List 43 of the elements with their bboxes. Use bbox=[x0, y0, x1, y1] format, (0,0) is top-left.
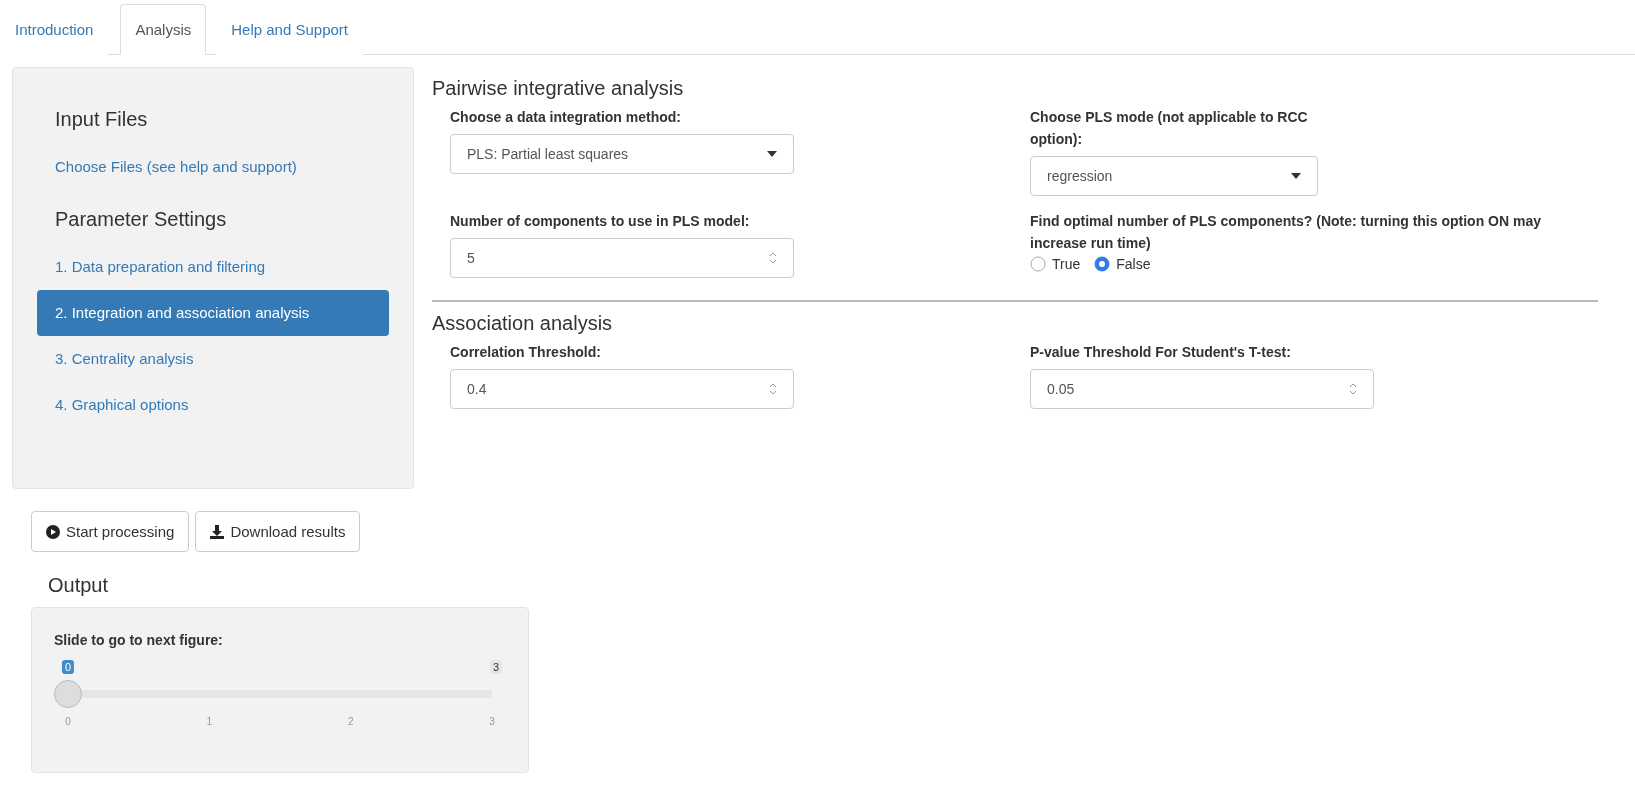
sidebar-item[interactable]: 3. Centrality analysis bbox=[37, 336, 389, 382]
section-title: Pairwise integrative analysis bbox=[432, 77, 685, 100]
field-label: Choose a data integration method: bbox=[450, 108, 682, 127]
caret-icon bbox=[767, 151, 777, 157]
select-field[interactable]: regression bbox=[1030, 156, 1318, 196]
sidebar-heading: Input Files bbox=[54, 107, 149, 132]
play-icon bbox=[46, 524, 60, 539]
sidebar-item[interactable]: Choose Files (see help and support) bbox=[37, 144, 389, 190]
slider-label: Slide to go to next figure: bbox=[54, 632, 224, 648]
download-icon bbox=[210, 524, 225, 539]
sidebar-item[interactable]: 1. Data preparation and filtering bbox=[37, 244, 389, 290]
output-heading: Output bbox=[48, 574, 110, 597]
sidebar-item[interactable]: 2. Integration and association analysis bbox=[37, 290, 389, 336]
section-title: Association analysis bbox=[432, 312, 614, 335]
slider-value: 0 bbox=[61, 660, 75, 674]
download-button[interactable]: Download results bbox=[195, 511, 361, 552]
tick-label: 1 bbox=[206, 716, 213, 727]
radio-label: False bbox=[1116, 256, 1151, 272]
sidebar-heading: Parameter Settings bbox=[54, 207, 228, 232]
spinner-icon[interactable] bbox=[1349, 382, 1357, 396]
number-field[interactable]: 0.05 bbox=[1030, 369, 1374, 409]
sidebar-item[interactable]: 4. Graphical options bbox=[37, 382, 389, 428]
number-field[interactable]: 0.4 bbox=[450, 369, 794, 409]
caret-icon bbox=[1291, 173, 1301, 179]
start-button[interactable]: Start processing bbox=[31, 511, 190, 552]
tab[interactable]: Analysis bbox=[120, 4, 207, 55]
radio-label: True bbox=[1052, 256, 1081, 272]
field-label: Correlation Threshold: bbox=[450, 343, 602, 362]
tick-label: 0 bbox=[65, 716, 71, 727]
number-field[interactable]: 5 bbox=[450, 238, 794, 278]
radio-button[interactable] bbox=[1030, 256, 1046, 272]
spinner-icon[interactable] bbox=[769, 251, 777, 265]
field-label: Find optimal number of PLS components? (Note: turning this option ON may increase run time) bbox=[1030, 212, 1542, 253]
field-label: Number of components to use in PLS model: bbox=[450, 212, 751, 231]
select-field[interactable]: PLS: Partial least squares bbox=[450, 134, 794, 174]
radio-button[interactable] bbox=[1094, 256, 1111, 272]
field-label: P-value Threshold For Student's T-test: bbox=[1030, 343, 1292, 362]
tick-label: 2 bbox=[347, 716, 354, 727]
field-label: Choose PLS mode (not applicable to RCC option): bbox=[1030, 108, 1309, 149]
spinner-icon[interactable] bbox=[769, 382, 777, 396]
slider-thumb[interactable] bbox=[54, 680, 82, 708]
slider-max: 3 bbox=[489, 660, 503, 674]
tick-label: 3 bbox=[489, 716, 495, 727]
